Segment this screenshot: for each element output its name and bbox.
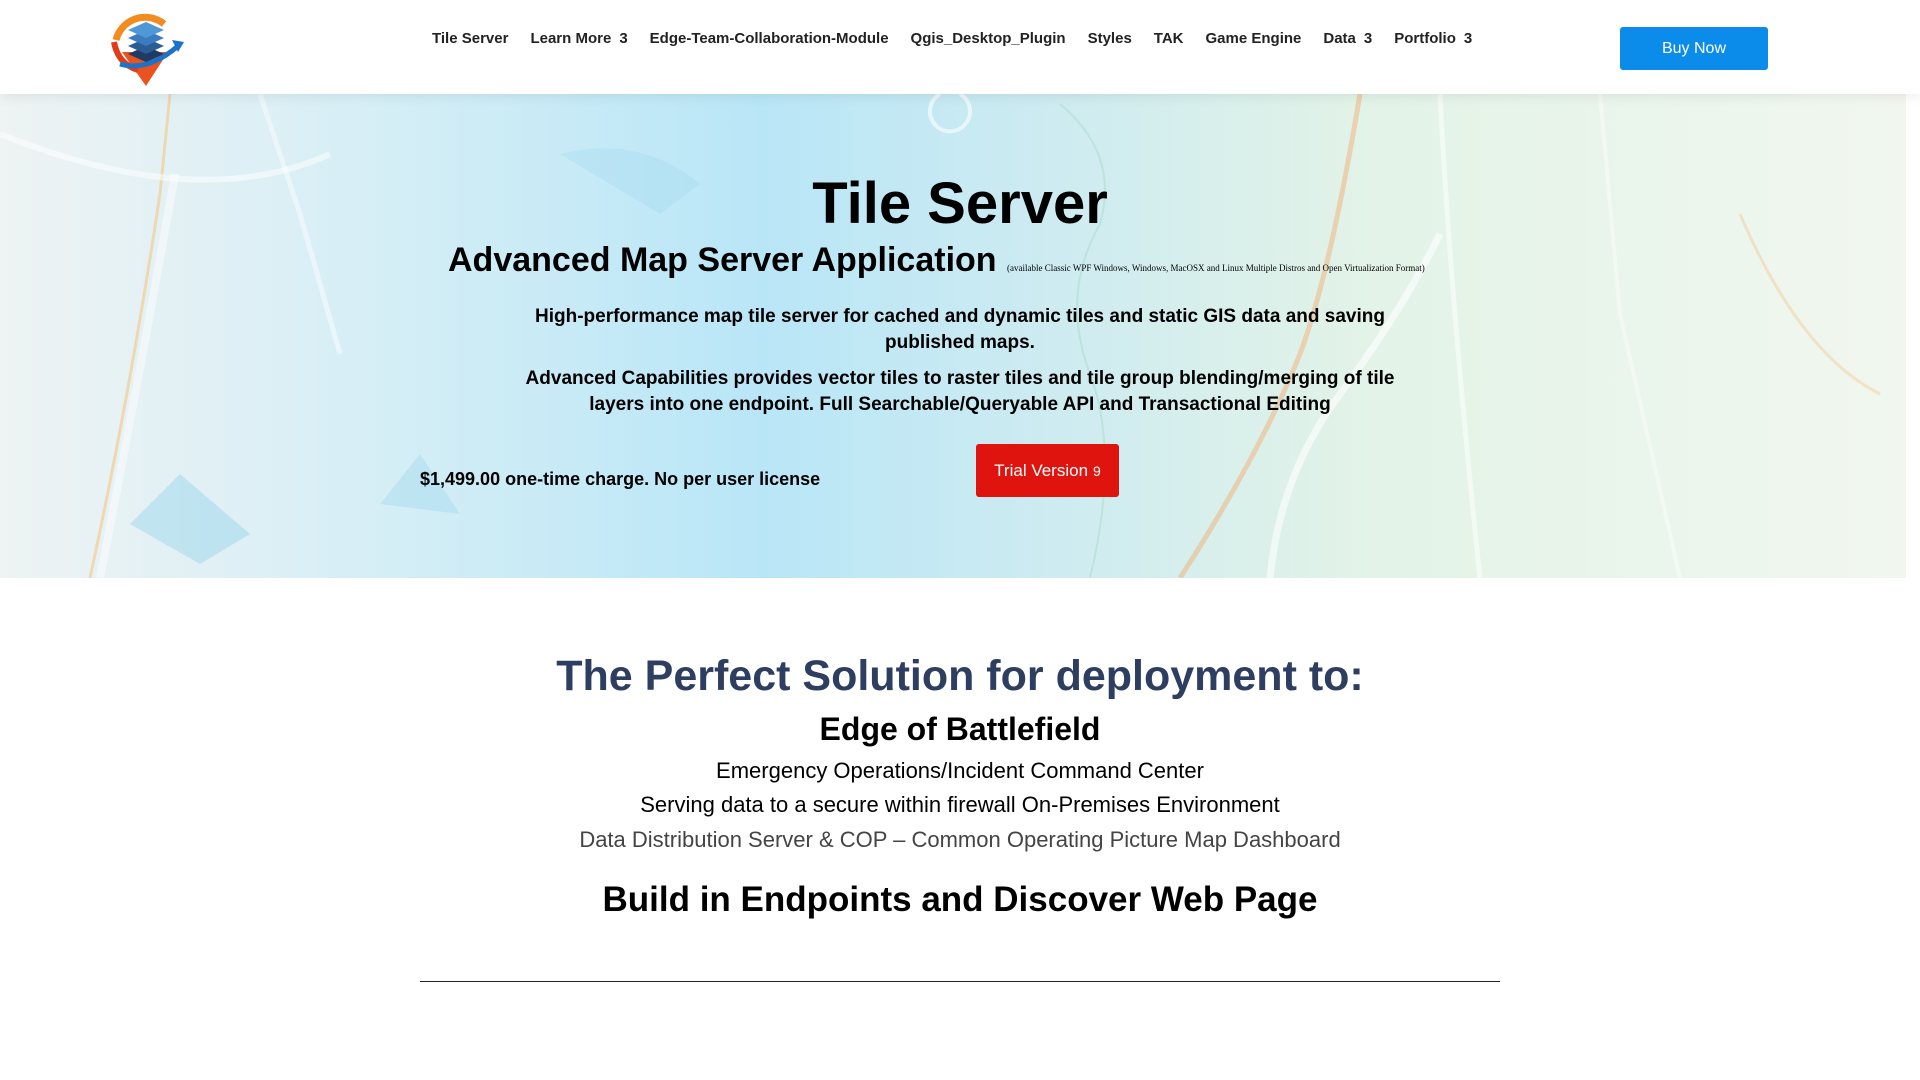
nav-label: Tile Server [432,30,509,47]
nav-label: Qgis_Desktop_Plugin [910,30,1066,47]
nav-item-qgis-plugin[interactable]: Qgis_Desktop_Plugin [911,30,1066,47]
nav-label: TAK [1153,30,1184,47]
hero-subtitle-row: Advanced Map Server Application (availab… [448,241,1425,280]
chevron-down-icon: 3 [1363,30,1373,47]
platform-note: (available Classic WPF Windows, Windows,… [1007,263,1425,273]
trial-label: Trial Version [994,460,1089,480]
deployment-item-cop: Data Distribution Server & COP – Common … [579,827,1341,852]
endpoints-heading: Build in Endpoints and Discover Web Page [602,880,1318,919]
trial-count: 9 [1093,462,1101,479]
section-divider [420,981,1500,982]
deployment-item-emergency: Emergency Operations/Incident Command Ce… [716,758,1204,783]
nav-label: Edge-Team-Collaboration-Module [649,30,889,47]
site-header: Tile Server Learn More 3 Edge-Team-Colla… [0,0,1920,94]
hero-capabilities: Advanced Capabilities provides vector ti… [525,368,1395,415]
nav-item-edge-team-collaboration[interactable]: Edge-Team-Collaboration-Module [650,30,889,47]
nav-label: Learn More [530,30,612,47]
nav-item-tile-server[interactable]: Tile Server [432,30,508,47]
main-nav: Tile Server Learn More 3 Edge-Team-Colla… [432,30,1494,47]
nav-item-data[interactable]: Data 3 [1323,30,1372,47]
nav-label: Game Engine [1205,30,1302,47]
nav-item-learn-more[interactable]: Learn More 3 [530,30,627,47]
hero-title: Tile Server [812,171,1108,236]
price-text: $1,499.00 one-time charge. No per user l… [420,469,821,489]
nav-label: Data [1323,30,1356,47]
edge-of-battlefield-heading: Edge of Battlefield [819,711,1101,747]
chevron-down-icon: 3 [619,30,628,47]
trial-version-button[interactable]: Trial Version 9 [976,444,1119,497]
chevron-down-icon: 3 [1463,30,1473,47]
hero-description: High-performance map tile server for cac… [535,306,1385,353]
nav-label: Styles [1087,30,1132,47]
deployment-item-on-premises: Serving data to a secure within firewall… [640,792,1280,817]
logo-icon[interactable] [108,12,190,88]
nav-item-portfolio[interactable]: Portfolio 3 [1394,30,1472,47]
section-title: The Perfect Solution for deployment to: [556,652,1364,700]
nav-item-styles[interactable]: Styles [1088,30,1132,47]
hero-subtitle: Advanced Map Server Application [448,241,997,279]
nav-item-tak[interactable]: TAK [1154,30,1184,47]
nav-item-game-engine[interactable]: Game Engine [1206,30,1302,47]
buy-now-button[interactable]: Buy Now [1620,27,1768,70]
nav-label: Portfolio [1394,30,1456,47]
hero-section: Tile Server Advanced Map Server Applicat… [0,94,1906,578]
